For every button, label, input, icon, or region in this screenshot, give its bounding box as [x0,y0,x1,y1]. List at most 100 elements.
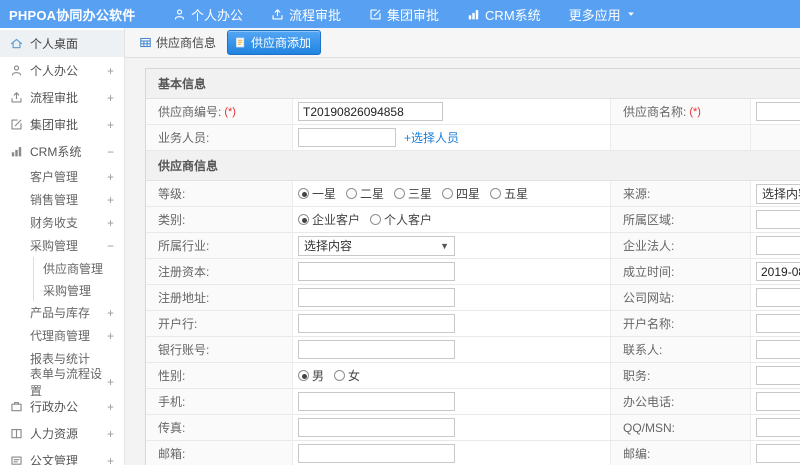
topnav-item-label: 个人办公 [191,7,244,23]
expand-toggle-icon[interactable]: + [107,193,114,207]
radio-option[interactable]: 五星 [490,185,528,202]
field-value-cell [751,363,800,388]
sidebar-item[interactable]: 销售管理 + [0,188,124,211]
sidebar-item-label: 财务收支 [30,216,79,230]
text-input[interactable] [298,340,455,359]
select-person-link[interactable]: +选择人员 [404,129,459,146]
select-dropdown[interactable]: 选择内容▼ [298,235,455,256]
sidebar-item[interactable]: 客户管理 + [0,165,124,188]
sidebar-item-label: 流程审批 [30,91,79,105]
radio-option[interactable]: 男 [298,367,324,384]
topnav-item[interactable]: 流程审批 [257,0,355,28]
sidebar-item[interactable]: 流程审批 + [0,84,124,111]
field-label-text: 传真: [158,421,186,435]
sidebar-item[interactable]: 表单与流程设置 + [0,367,124,398]
topnav-item[interactable]: CRM系统 [453,0,555,28]
expand-toggle-icon[interactable]: + [107,427,114,441]
book-icon [10,427,23,440]
tab-active[interactable]: 供应商添加 [227,30,322,55]
field-label: 等级: [146,181,293,206]
field-value-cell [293,415,611,440]
field-label-text: 银行账号: [158,343,210,357]
form-row: 邮箱: 邮编: [146,441,800,465]
text-input[interactable] [298,314,455,333]
sidebar-item[interactable]: 个人办公 + [0,57,124,84]
text-input[interactable] [298,444,455,463]
text-input[interactable] [756,102,800,121]
text-input[interactable] [298,418,455,437]
sidebar-item[interactable]: CRM系统 − [0,138,124,165]
text-input[interactable] [756,340,800,359]
radio-option[interactable]: 三星 [394,185,432,202]
text-input[interactable] [756,444,800,463]
field-label: 所属区域: [611,207,751,232]
chart-icon [10,145,23,158]
text-input[interactable] [756,418,800,437]
sidebar-item-label: 个人桌面 [30,37,79,51]
top-navigation: 个人办公 流程审批 集团审批 CRM系统 更多应用 [159,0,650,28]
sidebar-item[interactable]: 财务收支 + [0,211,124,234]
expand-toggle-icon[interactable]: + [107,400,114,414]
expand-toggle-icon[interactable]: + [107,329,114,343]
expand-toggle-icon[interactable]: + [107,375,114,389]
radio-option[interactable]: 四星 [442,185,480,202]
expand-toggle-icon[interactable]: + [107,170,114,184]
main-panel: 供应商信息供应商添加 基本信息供应商编号: (*)供应商名称: (*)业务人员:… [125,28,800,465]
radio-option[interactable]: 个人客户 [370,211,432,228]
person-picker-input[interactable] [298,128,396,147]
text-input[interactable] [756,392,800,411]
field-value-cell [751,207,800,232]
field-value-cell: +选择人员 [293,125,611,150]
sidebar-item[interactable]: 产品与库存 + [0,301,124,324]
field-value-cell: 男女 [293,363,611,388]
field-label: 注册资本: [146,259,293,284]
tab-item[interactable]: 供应商信息 [135,31,220,54]
text-input[interactable] [298,102,443,121]
text-input[interactable] [756,314,800,333]
topnav-item[interactable]: 更多应用 [555,0,650,28]
radio-label: 企业客户 [312,213,361,227]
expand-toggle-icon[interactable]: + [107,64,114,78]
radio-button-icon [298,214,309,225]
form-row: 传真: QQ/MSN: [146,415,800,441]
upload-icon [10,91,23,104]
text-input[interactable] [298,288,455,307]
expand-toggle-icon[interactable]: + [107,118,114,132]
expand-toggle-icon[interactable]: − [107,239,114,253]
text-input[interactable] [756,262,800,281]
expand-toggle-icon[interactable]: + [107,306,114,320]
text-input[interactable] [756,366,800,385]
form-section-header: 供应商信息 [146,151,800,181]
sidebar-item[interactable]: 个人桌面 [0,30,124,57]
topnav-item[interactable]: 个人办公 [159,0,257,28]
radio-label: 三星 [408,187,433,201]
text-input[interactable] [756,210,800,229]
sidebar-item[interactable]: 采购管理 − [0,234,124,257]
field-value-cell [751,311,800,336]
sidebar-item[interactable]: 供应商管理 [33,257,124,279]
topnav-item-label: 更多应用 [568,7,621,23]
text-input[interactable] [298,262,455,281]
expand-toggle-icon[interactable]: − [107,145,114,159]
expand-toggle-icon[interactable]: + [107,454,114,465]
radio-option[interactable]: 一星 [298,185,336,202]
radio-option[interactable]: 女 [334,367,360,384]
topnav-item[interactable]: 集团审批 [355,0,453,28]
sidebar-item[interactable]: 公文管理 + [0,447,124,465]
sidebar-item[interactable]: 采购管理 [33,279,124,301]
expand-toggle-icon[interactable]: + [107,216,114,230]
sidebar-item[interactable]: 集团审批 + [0,111,124,138]
select-dropdown[interactable]: 选择内容▼ [756,183,800,204]
radio-option[interactable]: 二星 [346,185,384,202]
expand-toggle-icon[interactable]: + [107,91,114,105]
field-label: 开户名称: [611,311,751,336]
field-value-cell: 选择内容▼ [751,181,800,206]
sidebar-item[interactable]: 代理商管理 + [0,324,124,347]
text-input[interactable] [756,236,800,255]
radio-option[interactable]: 企业客户 [298,211,360,228]
sidebar-item[interactable]: 人力资源 + [0,420,124,447]
text-input[interactable] [756,288,800,307]
text-input[interactable] [298,392,455,411]
chart-icon [467,8,480,21]
form-row: 供应商编号: (*)供应商名称: (*) [146,99,800,125]
